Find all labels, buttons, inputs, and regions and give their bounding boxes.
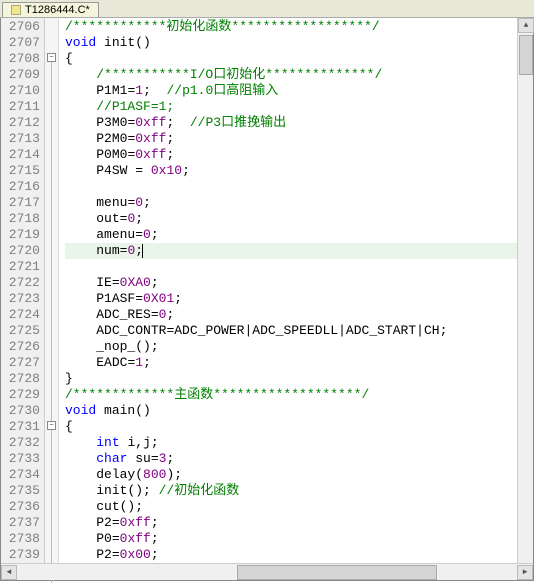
line-number: 2725: [5, 323, 40, 339]
code-line[interactable]: delay(800);: [65, 467, 533, 483]
scroll-thumb-horizontal[interactable]: [237, 565, 437, 580]
code-line[interactable]: //P1ASF=1;: [65, 99, 533, 115]
line-number: 2737: [5, 515, 40, 531]
code-line[interactable]: init(); //初始化函数: [65, 483, 533, 499]
line-number: 2734: [5, 467, 40, 483]
scroll-up-button[interactable]: ▲: [518, 18, 534, 33]
line-number: 2719: [5, 227, 40, 243]
code-line[interactable]: P1M1=1; //p1.0口高阻输入: [65, 83, 533, 99]
fold-toggle[interactable]: −: [47, 421, 56, 430]
line-number: 2707: [5, 35, 40, 51]
line-number: 2715: [5, 163, 40, 179]
code-line[interactable]: /************初始化函数******************/: [65, 19, 533, 35]
line-number: 2729: [5, 387, 40, 403]
file-icon: [11, 5, 21, 15]
code-line[interactable]: num=0;: [65, 243, 533, 259]
line-number: 2723: [5, 291, 40, 307]
line-number: 2739: [5, 547, 40, 563]
line-number: 2730: [5, 403, 40, 419]
line-number: 2736: [5, 499, 40, 515]
line-number: 2713: [5, 131, 40, 147]
code-line[interactable]: }: [65, 371, 533, 387]
fold-gutter: −−: [45, 18, 59, 580]
code-line[interactable]: char su=3;: [65, 451, 533, 467]
line-number: 2727: [5, 355, 40, 371]
scroll-right-button[interactable]: ►: [517, 565, 533, 580]
line-number: 2721: [5, 259, 40, 275]
code-line[interactable]: P4SW = 0x10;: [65, 163, 533, 179]
code-line[interactable]: P3M0=0xff; //P3口推挽输出: [65, 115, 533, 131]
code-line[interactable]: /***********I/O口初始化**************/: [65, 67, 533, 83]
code-line[interactable]: void init(): [65, 35, 533, 51]
line-number: 2731: [5, 419, 40, 435]
code-line[interactable]: [65, 259, 533, 275]
line-number: 2720: [5, 243, 40, 259]
code-line[interactable]: out=0;: [65, 211, 533, 227]
line-number: 2716: [5, 179, 40, 195]
line-number: 2712: [5, 115, 40, 131]
code-area[interactable]: /************初始化函数******************/voi…: [59, 18, 533, 580]
line-number: 2706: [5, 19, 40, 35]
code-line[interactable]: P2M0=0xff;: [65, 131, 533, 147]
code-line[interactable]: {: [65, 419, 533, 435]
code-line[interactable]: {: [65, 51, 533, 67]
line-number: 2724: [5, 307, 40, 323]
line-number: 2722: [5, 275, 40, 291]
code-line[interactable]: P2=0xff;: [65, 515, 533, 531]
code-line[interactable]: /*************主函数*******************/: [65, 387, 533, 403]
line-number: 2726: [5, 339, 40, 355]
scrollbar-vertical[interactable]: ▲: [517, 18, 533, 563]
line-number-gutter: 2706270727082709271027112712271327142715…: [1, 18, 45, 580]
code-line[interactable]: P0=0xff;: [65, 531, 533, 547]
line-number: 2710: [5, 83, 40, 99]
code-line[interactable]: [65, 179, 533, 195]
code-line[interactable]: P1ASF=0X01;: [65, 291, 533, 307]
code-line[interactable]: amenu=0;: [65, 227, 533, 243]
code-line[interactable]: ADC_CONTR=ADC_POWER|ADC_SPEEDLL|ADC_STAR…: [65, 323, 533, 339]
line-number: 2711: [5, 99, 40, 115]
code-line[interactable]: cut();: [65, 499, 533, 515]
file-tab-label: T1286444.C*: [25, 4, 90, 16]
scroll-left-button[interactable]: ◄: [1, 565, 17, 580]
scrollbar-horizontal[interactable]: ◄ ►: [1, 563, 533, 580]
line-number: 2708: [5, 51, 40, 67]
code-line[interactable]: _nop_();: [65, 339, 533, 355]
code-line[interactable]: EADC=1;: [65, 355, 533, 371]
scroll-thumb-vertical[interactable]: [519, 35, 533, 75]
code-line[interactable]: ADC_RES=0;: [65, 307, 533, 323]
line-number: 2718: [5, 211, 40, 227]
code-line[interactable]: menu=0;: [65, 195, 533, 211]
code-line[interactable]: IE=0XA0;: [65, 275, 533, 291]
text-caret: [142, 244, 143, 258]
code-line[interactable]: void main(): [65, 403, 533, 419]
line-number: 2709: [5, 67, 40, 83]
tab-bar: T1286444.C*: [0, 0, 534, 18]
line-number: 2714: [5, 147, 40, 163]
fold-toggle[interactable]: −: [47, 53, 56, 62]
file-tab[interactable]: T1286444.C*: [2, 2, 99, 17]
line-number: 2717: [5, 195, 40, 211]
line-number: 2732: [5, 435, 40, 451]
line-number: 2735: [5, 483, 40, 499]
editor: 2706270727082709271027112712271327142715…: [0, 18, 534, 581]
code-line[interactable]: int i,j;: [65, 435, 533, 451]
line-number: 2728: [5, 371, 40, 387]
line-number: 2738: [5, 531, 40, 547]
line-number: 2733: [5, 451, 40, 467]
code-line[interactable]: P0M0=0xff;: [65, 147, 533, 163]
code-line[interactable]: P2=0x00;: [65, 547, 533, 563]
